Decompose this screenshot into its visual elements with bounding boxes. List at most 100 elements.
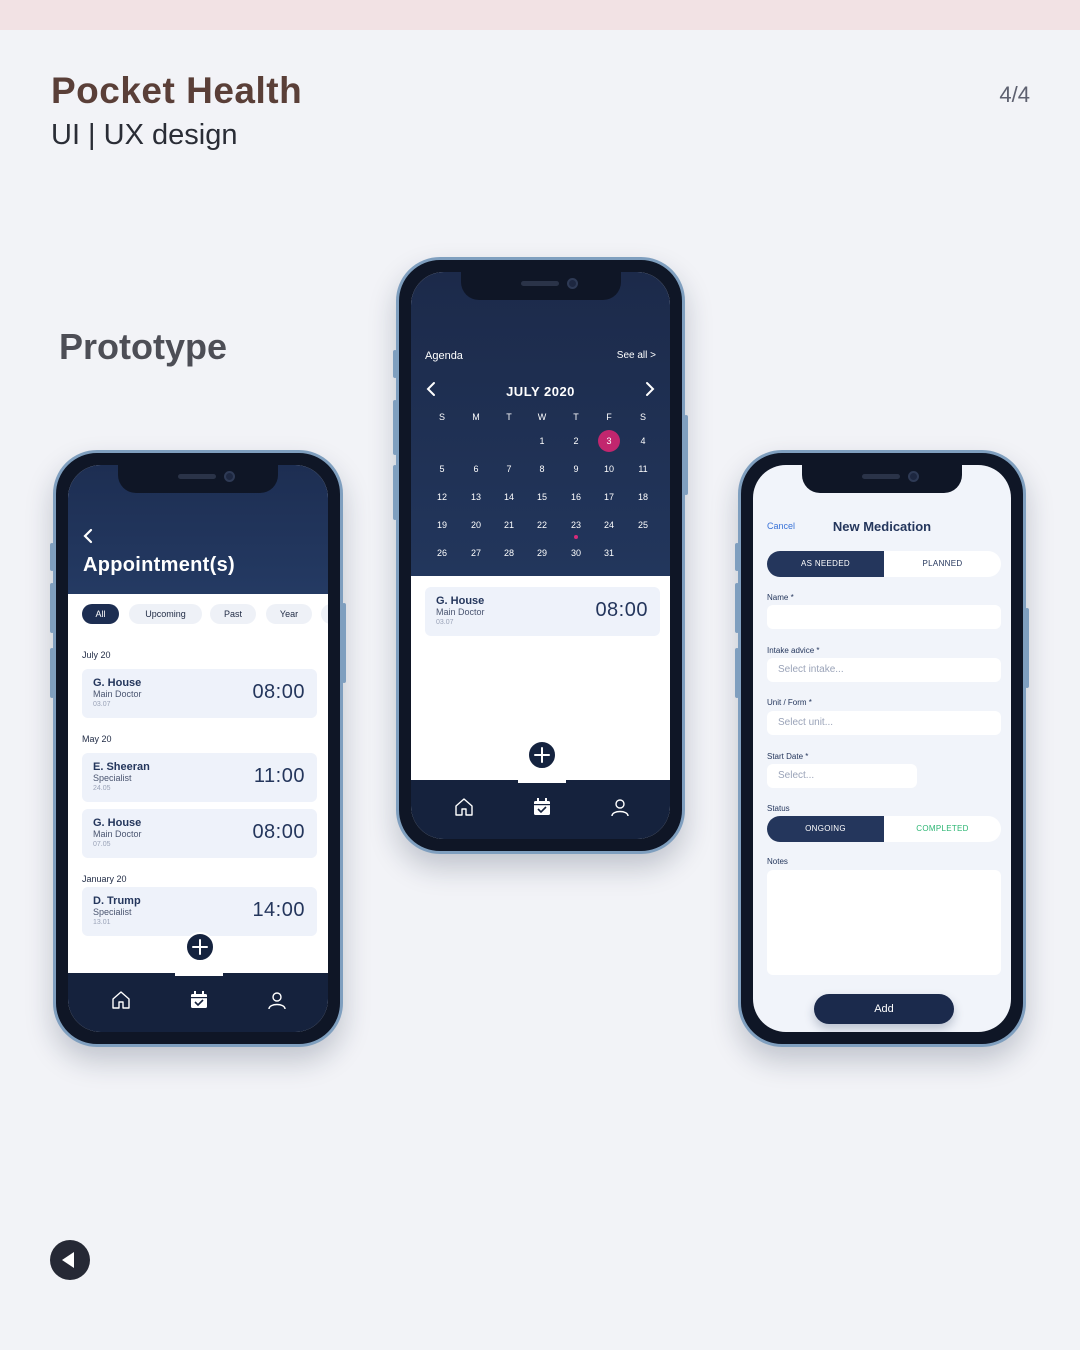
appointment-card[interactable]: G. House Main Doctor 03.07 08:00	[82, 669, 317, 718]
calendar-day[interactable]: 28	[498, 542, 520, 564]
phone-appointments: Appointment(s) All Upcoming Past Year D …	[50, 450, 346, 1047]
previous-page-icon[interactable]	[50, 1240, 90, 1280]
calendar-day[interactable]: 12	[431, 486, 453, 508]
chevron-right-icon[interactable]	[644, 381, 656, 402]
calendar-check-icon[interactable]	[188, 989, 210, 1011]
weekday-label: T	[506, 412, 512, 422]
calendar-day[interactable]: 4	[632, 430, 654, 452]
weekday-label: S	[438, 412, 445, 422]
filter-chip-upcoming[interactable]: Upcoming	[129, 604, 202, 624]
doctor-name: G. House	[436, 595, 485, 607]
ongoing-option[interactable]: ONGOING	[767, 816, 884, 842]
weekday-label: W	[537, 412, 547, 422]
doctor-name: D. Trump	[93, 895, 141, 907]
calendar-day[interactable]: 14	[498, 486, 520, 508]
calendar-day[interactable]: 21	[498, 514, 520, 536]
weekday-label: F	[606, 412, 612, 422]
appointment-date: 13.01	[93, 919, 111, 926]
calendar-day[interactable]: 8	[531, 458, 553, 480]
calendar-day[interactable]: 29	[531, 542, 553, 564]
calendar-day[interactable]: 13	[465, 486, 487, 508]
doctor-name: E. Sheeran	[93, 761, 150, 773]
intake-label: Intake advice *	[767, 646, 820, 655]
calendar-day[interactable]: 6	[465, 458, 487, 480]
filter-chip-past[interactable]: Past	[210, 604, 256, 624]
group-label: July 20	[82, 650, 111, 660]
notes-label: Notes	[767, 857, 788, 866]
calendar-day[interactable]: 3	[598, 430, 620, 452]
calendar-day[interactable]: 9	[565, 458, 587, 480]
user-icon[interactable]	[609, 796, 631, 818]
doctor-name: G. House	[93, 817, 142, 829]
calendar-day[interactable]: 22	[531, 514, 553, 536]
calendar-day[interactable]: 10	[598, 458, 620, 480]
status-toggle: ONGOING COMPLETED	[767, 816, 1001, 842]
calendar-day[interactable]: 16	[565, 486, 587, 508]
as-needed-option[interactable]: AS NEEDED	[767, 551, 884, 577]
calendar-day[interactable]: 30	[565, 542, 587, 564]
filter-chip-truncated[interactable]: D	[321, 604, 328, 624]
calendar-day[interactable]: 27	[465, 542, 487, 564]
completed-option[interactable]: COMPLETED	[884, 816, 1001, 842]
home-icon[interactable]	[110, 989, 132, 1011]
see-all-link[interactable]: See all >	[617, 350, 656, 361]
plus-icon	[534, 747, 550, 763]
calendar-day[interactable]: 1	[531, 430, 553, 452]
calendar-day[interactable]: 23	[565, 514, 587, 539]
calendar-day[interactable]: 20	[465, 514, 487, 536]
calendar-day[interactable]: 5	[431, 458, 453, 480]
doctor-role: Main Doctor	[436, 607, 485, 617]
agenda-screen: Agenda See all > JULY 2020 SMTWTFS123456…	[411, 272, 670, 839]
doctor-role: Specialist	[93, 907, 132, 917]
calendar-day[interactable]: 15	[531, 486, 553, 508]
intake-select[interactable]: Select intake...	[767, 658, 1001, 682]
calendar-day[interactable]: 26	[431, 542, 453, 564]
status-label: Status	[767, 804, 790, 813]
calendar-day[interactable]: 2	[565, 430, 587, 452]
new-medication-screen: Cancel New Medication AS NEEDED PLANNED …	[753, 465, 1011, 1032]
calendar-day[interactable]: 18	[632, 486, 654, 508]
filter-chip-year[interactable]: Year	[266, 604, 312, 624]
calendar-day[interactable]: 24	[598, 514, 620, 536]
appointment-time: 11:00	[253, 765, 305, 787]
appointment-card[interactable]: D. Trump Specialist 13.01 14:00	[82, 887, 317, 936]
back-icon[interactable]	[82, 527, 94, 550]
home-icon[interactable]	[453, 796, 475, 818]
appointments-screen: Appointment(s) All Upcoming Past Year D …	[68, 465, 328, 1032]
start-date-select[interactable]: Select...	[767, 764, 917, 788]
calendar-day[interactable]: 19	[431, 514, 453, 536]
add-appointment-button[interactable]	[185, 932, 215, 962]
unit-select[interactable]: Select unit...	[767, 711, 1001, 735]
user-icon[interactable]	[266, 989, 288, 1011]
notch	[118, 465, 278, 493]
appointment-date: 03.07	[93, 701, 111, 708]
appointment-card[interactable]: G. House Main Doctor 07.05 08:00	[82, 809, 317, 858]
appointment-card[interactable]: G. House Main Doctor 03.07 08:00	[425, 587, 660, 636]
name-field[interactable]	[767, 605, 1001, 629]
phone-agenda: Agenda See all > JULY 2020 SMTWTFS123456…	[393, 257, 688, 854]
start-date-label: Start Date *	[767, 752, 809, 761]
add-button[interactable]: Add	[814, 994, 954, 1024]
group-label: May 20	[82, 734, 112, 744]
appointment-date: 03.07	[436, 619, 454, 626]
calendar-check-icon[interactable]	[531, 796, 553, 818]
brand-subtitle: UI | UX design	[51, 119, 238, 151]
section-title: Prototype	[59, 326, 228, 367]
page-indicator: 4/4	[999, 82, 1030, 107]
active-tab-indicator	[518, 780, 566, 783]
notch	[460, 272, 621, 300]
planned-option[interactable]: PLANNED	[884, 551, 1001, 577]
filter-chip-all[interactable]: All	[82, 604, 119, 624]
appointment-list: July 20 G. House Main Doctor 03.07 08:00…	[68, 636, 328, 977]
calendar-day[interactable]: 31	[598, 542, 620, 564]
add-appointment-button[interactable]	[527, 740, 557, 770]
appointment-date: 07.05	[93, 841, 111, 848]
notes-textarea[interactable]	[767, 870, 1001, 975]
appointment-date: 24.05	[93, 785, 111, 792]
appointment-time: 08:00	[252, 821, 305, 843]
calendar-day[interactable]: 25	[632, 514, 654, 536]
calendar-day[interactable]: 11	[632, 458, 654, 480]
calendar-day[interactable]: 7	[498, 458, 520, 480]
calendar-day[interactable]: 17	[598, 486, 620, 508]
appointment-card[interactable]: E. Sheeran Specialist 24.05 11:00	[82, 753, 317, 802]
